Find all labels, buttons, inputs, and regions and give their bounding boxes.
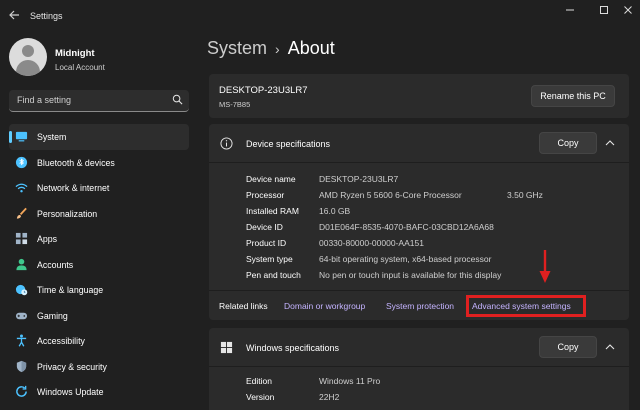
sidebar-item-apps[interactable]: Apps xyxy=(9,226,189,252)
main-content: System › About DESKTOP-23U3LR7 MS-7B85 Ren… xyxy=(200,32,640,410)
spec-label: System type xyxy=(246,254,293,264)
windows-logo-icon xyxy=(220,341,233,354)
user-name: Midnight xyxy=(55,48,95,59)
system-protection-link[interactable]: System protection xyxy=(386,301,454,311)
divider xyxy=(209,290,629,291)
sidebar-item-network[interactable]: Network & internet xyxy=(9,175,189,201)
spec-label: Version xyxy=(246,392,275,402)
sidebar-item-label: Personalization xyxy=(37,208,98,219)
annotation-arrow-icon xyxy=(539,250,551,283)
sidebar: Midnight Local Account System Bluetooth … xyxy=(0,32,200,410)
sidebar-item-label: Accounts xyxy=(37,259,74,270)
spec-processor-speed: 3.50 GHz xyxy=(507,190,543,200)
sidebar-item-label: Gaming xyxy=(37,310,68,321)
back-arrow-icon[interactable] xyxy=(8,9,22,23)
spec-label: Installed RAM xyxy=(246,206,299,216)
spec-value: 22H2 xyxy=(319,392,340,402)
sidebar-item-system[interactable]: System xyxy=(9,124,189,150)
page-title: System › About xyxy=(207,38,335,59)
window-title: Settings xyxy=(30,11,63,21)
breadcrumb-system[interactable]: System xyxy=(207,38,267,58)
spec-label: Pen and touch xyxy=(246,270,301,280)
device-specifications-title: Device specifications xyxy=(246,139,331,149)
copy-windows-specs-button[interactable]: Copy xyxy=(539,336,597,358)
chevron-up-icon[interactable] xyxy=(603,340,617,354)
accessibility-icon xyxy=(16,334,27,347)
related-links-title: Related links xyxy=(219,301,268,311)
spec-label: Device name xyxy=(246,174,296,184)
title-bar: Settings xyxy=(0,0,640,32)
spec-value: 00330-80000-00000-AA151 xyxy=(319,238,424,248)
windows-specifications-card: Windows specifications Copy Edition Wind… xyxy=(209,328,629,410)
sidebar-item-accounts[interactable]: Accounts xyxy=(9,252,189,278)
spec-value: 16.0 GB xyxy=(319,206,351,216)
sidebar-item-gaming[interactable]: Gaming xyxy=(9,303,189,329)
spec-value: DESKTOP-23U3LR7 xyxy=(319,174,399,184)
device-specifications-card: Device specifications Copy Device name D… xyxy=(209,124,629,320)
spec-value: AMD Ryzen 5 5600 6-Core Processor xyxy=(319,190,462,200)
sidebar-item-label: Privacy & security xyxy=(37,361,107,372)
breadcrumb-separator: › xyxy=(275,41,280,57)
sidebar-item-label: Windows Update xyxy=(37,387,104,397)
brush-icon xyxy=(16,207,27,219)
wifi-icon xyxy=(15,183,28,193)
copy-device-specs-button[interactable]: Copy xyxy=(539,132,597,154)
domain-workgroup-link[interactable]: Domain or workgroup xyxy=(284,301,365,311)
spec-value: D01E064F-8535-4070-BAFC-03CBD12A6A68 xyxy=(319,222,494,232)
breadcrumb-about: About xyxy=(287,38,335,58)
close-icon[interactable] xyxy=(610,2,640,24)
device-specifications-header[interactable]: Device specifications Copy xyxy=(209,124,629,162)
spec-label: Product ID xyxy=(246,238,287,248)
windows-specifications-header[interactable]: Windows specifications Copy xyxy=(209,328,629,366)
rename-pc-button[interactable]: Rename this PC xyxy=(531,85,615,107)
sidebar-item-label: Apps xyxy=(37,234,58,244)
spec-value: Windows 11 Pro xyxy=(319,376,381,386)
divider xyxy=(209,366,629,367)
sidebar-item-windows-update[interactable]: Windows Update xyxy=(9,379,189,405)
minimize-icon[interactable] xyxy=(552,2,588,24)
gamepad-icon xyxy=(15,312,28,319)
pc-name-card: DESKTOP-23U3LR7 MS-7B85 Rename this PC xyxy=(209,74,629,118)
monitor-icon xyxy=(15,131,28,142)
avatar xyxy=(9,38,47,76)
sidebar-item-personalization[interactable]: Personalization xyxy=(9,201,189,227)
person-icon xyxy=(16,258,27,270)
sidebar-item-label: Bluetooth & devices xyxy=(37,157,115,168)
sidebar-item-privacy-security[interactable]: Privacy & security xyxy=(9,354,189,380)
spec-label: Device ID xyxy=(246,222,283,232)
search-input[interactable] xyxy=(9,90,169,110)
spec-value: No pen or touch input is available for t… xyxy=(319,270,502,280)
highlight-annotation-box xyxy=(466,295,586,317)
sidebar-item-accessibility[interactable]: Accessibility xyxy=(9,328,189,354)
chevron-up-icon[interactable] xyxy=(603,136,617,150)
sidebar-item-label: Accessibility xyxy=(37,336,85,346)
account-type: Local Account xyxy=(55,63,105,72)
sidebar-item-label: Network & internet xyxy=(37,183,110,193)
pc-model: MS-7B85 xyxy=(219,100,251,109)
spec-label: Processor xyxy=(246,190,285,200)
user-profile[interactable]: Midnight Local Account xyxy=(9,38,199,78)
bluetooth-icon xyxy=(15,156,28,168)
pc-name: DESKTOP-23U3LR7 xyxy=(219,85,308,96)
shield-icon xyxy=(16,360,27,372)
related-links: Related links Domain or workgroup System… xyxy=(209,292,629,320)
update-icon xyxy=(16,385,27,397)
info-icon xyxy=(220,137,233,150)
windows-specifications-title: Windows specifications xyxy=(246,343,340,353)
sidebar-item-time-language[interactable]: Time & language xyxy=(9,277,189,303)
spec-value: 64-bit operating system, x64-based proce… xyxy=(319,254,492,264)
search-box xyxy=(9,90,189,112)
globe-clock-icon xyxy=(15,284,28,296)
nav-list: System Bluetooth & devices Network & int… xyxy=(9,124,189,405)
search-icon[interactable] xyxy=(172,94,183,105)
apps-icon xyxy=(15,232,28,245)
sidebar-item-label: Time & language xyxy=(37,285,104,295)
divider xyxy=(209,162,629,163)
sidebar-item-label: System xyxy=(37,132,67,142)
sidebar-item-bluetooth-devices[interactable]: Bluetooth & devices xyxy=(9,150,189,176)
spec-label: Edition xyxy=(246,376,272,386)
